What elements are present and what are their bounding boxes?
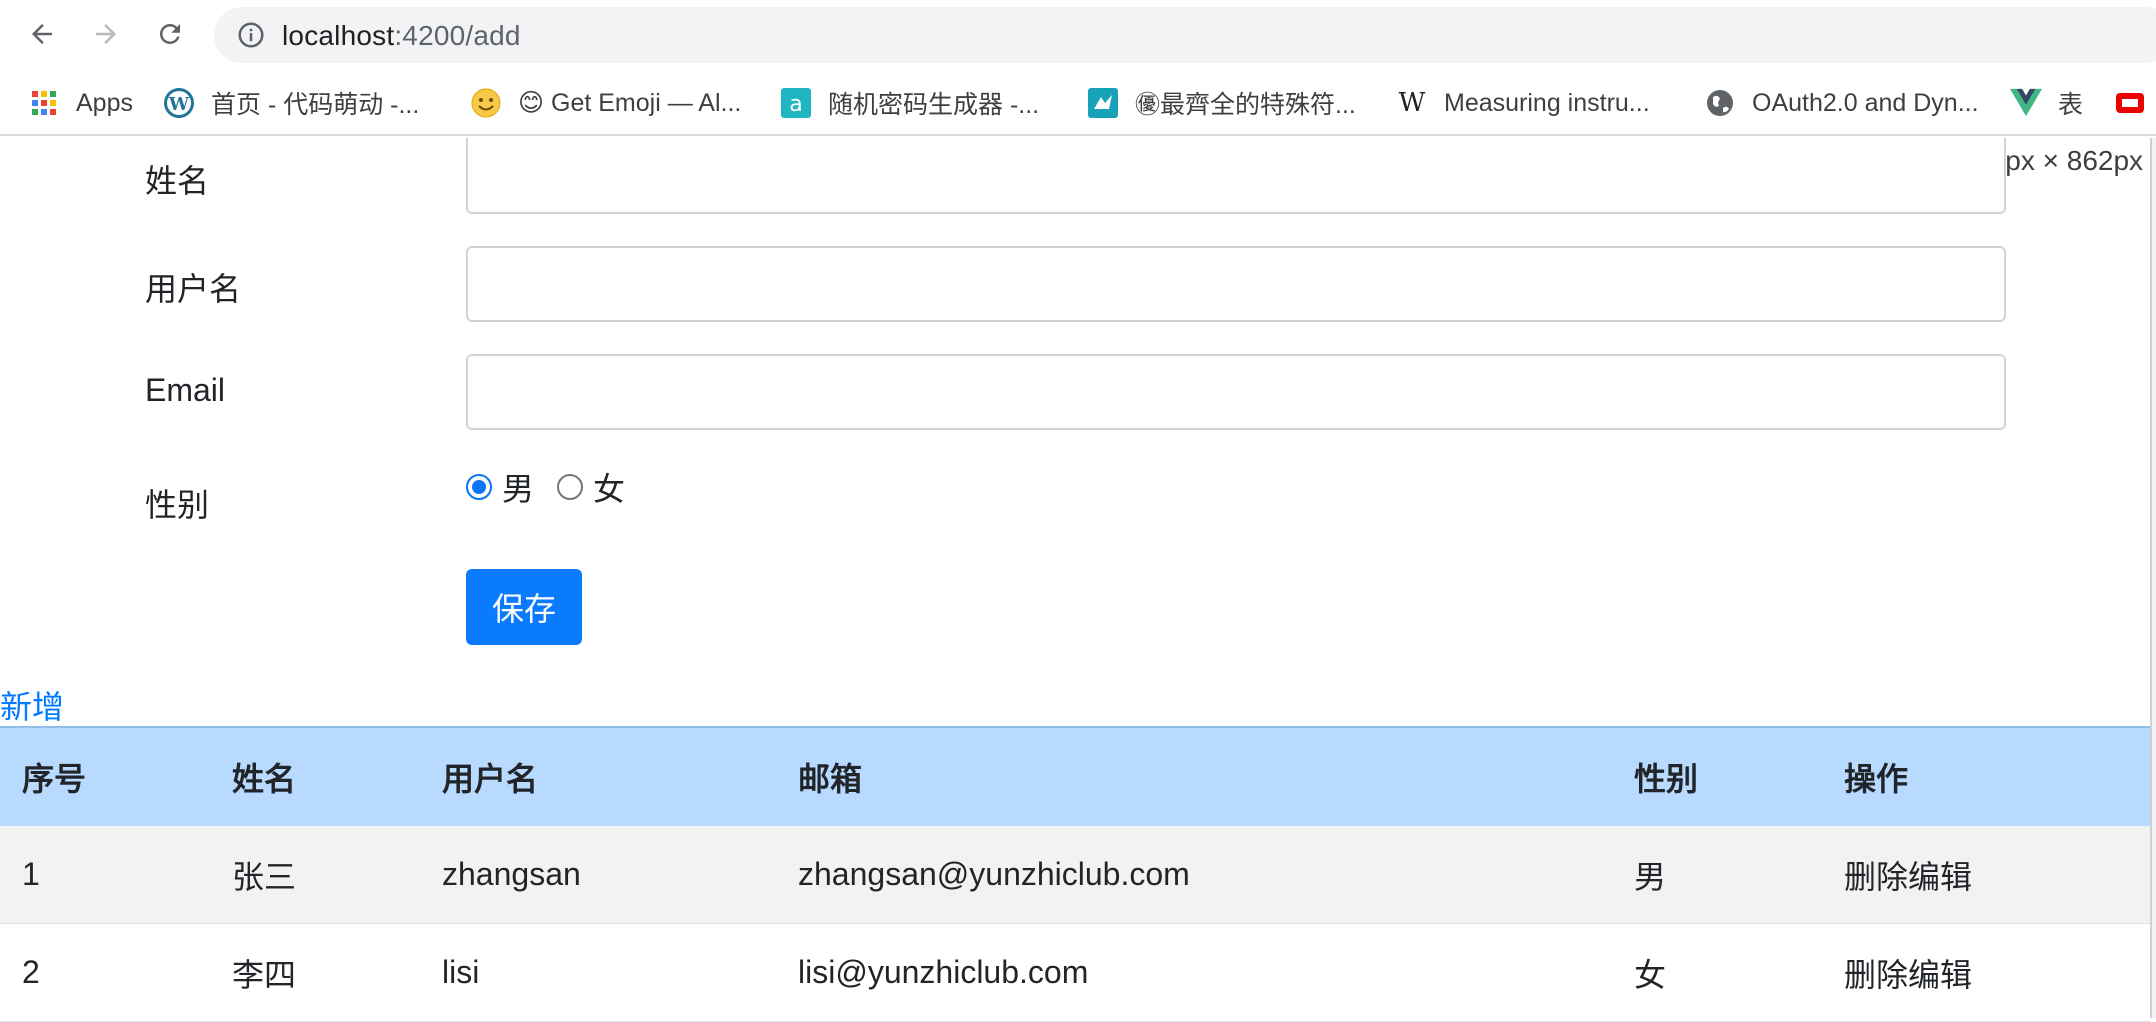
header-actions: 操作: [1844, 761, 1909, 797]
page-scrollbar[interactable]: [2150, 138, 2156, 1018]
add-link[interactable]: 新增: [0, 682, 64, 728]
bookmark-label: 随机密码生成器 -...: [828, 91, 1040, 119]
row-username: zhangsan: [442, 856, 581, 892]
table-header: 序号 姓名 用户名 邮箱 性别 操作: [0, 726, 2150, 826]
bookmark-apps[interactable]: Apps: [28, 86, 133, 120]
address-bar[interactable]: localhost:4200/add: [214, 7, 2156, 63]
vue-icon: [2010, 87, 2042, 119]
gender-female-radio[interactable]: [557, 474, 583, 500]
bookmark-oauth[interactable]: OAuth2.0 and Dyn...: [1704, 86, 1979, 120]
bookmark-symbols[interactable]: ㊝最齊全的特殊符...: [1087, 86, 1356, 120]
browser-toolbar: localhost:4200/add: [0, 0, 2156, 70]
bookmark-label: OAuth2.0 and Dyn...: [1752, 88, 1979, 117]
password-gen-icon: a: [780, 87, 812, 119]
username-label: 用户名: [145, 271, 242, 307]
svg-text:a: a: [789, 92, 802, 117]
delete-button[interactable]: 删除: [1844, 852, 1908, 898]
url-path: :4200/add: [394, 20, 521, 51]
header-name: 姓名: [232, 761, 297, 797]
gender-male-radio[interactable]: [466, 474, 492, 500]
wordpress-icon: W: [163, 87, 195, 119]
svg-text:W: W: [168, 94, 190, 115]
bookmark-password[interactable]: a 随机密码生成器 -...: [780, 86, 1039, 120]
row-name: 张三: [232, 858, 297, 895]
bookmarks-bar: Apps W 首页 - 代码萌动 -... 😊 Get Emoji — Al..…: [0, 70, 2156, 136]
bird-icon: [1087, 87, 1119, 119]
bookmark-label: 首页 - 代码萌动 -...: [211, 91, 420, 119]
apps-grid-icon: [28, 87, 60, 119]
bookmark-getemoji[interactable]: 😊 Get Emoji — Al...: [470, 86, 741, 120]
gender-female-option[interactable]: 女: [557, 467, 625, 507]
delete-button[interactable]: 删除: [1844, 950, 1908, 996]
header-gender: 性别: [1634, 761, 1699, 797]
name-label: 姓名: [145, 163, 210, 199]
bookmark-label: Measuring instru...: [1444, 88, 1650, 117]
bookmark-measuring[interactable]: W Measuring instru...: [1396, 86, 1650, 120]
row-index: 2: [22, 954, 40, 990]
bookmark-overflow[interactable]: [2114, 86, 2156, 120]
table-row: 1 张三 zhangsan zhangsan@yunzhiclub.com 男 …: [0, 826, 2150, 924]
reload-icon: [159, 23, 180, 44]
username-input[interactable]: [466, 246, 2006, 322]
row-index: 1: [22, 856, 40, 892]
header-email: 邮箱: [798, 761, 863, 797]
gender-label: 性别: [145, 487, 210, 523]
bookmark-label: 😊 Get Emoji — Al...: [518, 89, 742, 117]
table-row: 2 李四 lisi lisi@yunzhiclub.com 女 删除 编辑: [0, 924, 2150, 1022]
email-label: Email: [145, 372, 226, 408]
forward-button[interactable]: [84, 12, 128, 56]
bookmark-label: 表: [2058, 91, 2084, 119]
row-actions: 删除 编辑: [1844, 826, 1972, 923]
bookmark-label: ㊝最齊全的特殊符...: [1135, 91, 1356, 119]
gender-male-option[interactable]: 男: [466, 467, 534, 507]
reload-button[interactable]: [148, 12, 192, 56]
row-name: 李四: [232, 956, 297, 993]
info-icon[interactable]: [236, 20, 266, 50]
email-input[interactable]: [466, 354, 2006, 430]
bookmark-daima[interactable]: W 首页 - 代码萌动 -...: [163, 86, 419, 120]
row-gender: 男: [1634, 858, 1667, 895]
edit-button[interactable]: 编辑: [1908, 852, 1972, 898]
gender-female-label: 女: [593, 471, 626, 507]
bookmark-label: Apps: [76, 88, 133, 117]
row-email: lisi@yunzhiclub.com: [798, 954, 1089, 990]
header-index: 序号: [22, 761, 87, 797]
url-host: localhost: [282, 20, 395, 51]
wikipedia-icon: W: [1398, 88, 1426, 118]
row-username: lisi: [442, 954, 480, 990]
back-button[interactable]: [20, 12, 64, 56]
bookmark-vue[interactable]: 表: [2010, 86, 2083, 120]
redhat-icon: [2114, 87, 2146, 119]
forward-arrow-icon: [96, 24, 116, 44]
header-username: 用户名: [442, 761, 539, 797]
row-email: zhangsan@yunzhiclub.com: [798, 856, 1190, 892]
row-gender: 女: [1634, 956, 1667, 993]
globe-icon: [1704, 87, 1736, 119]
row-actions: 删除 编辑: [1844, 924, 1972, 1021]
back-arrow-icon: [32, 24, 52, 44]
smiley-icon: [470, 87, 502, 119]
url-text: localhost:4200/add: [282, 21, 521, 51]
save-button[interactable]: 保存: [466, 569, 582, 645]
name-input[interactable]: [466, 138, 2006, 214]
gender-male-label: 男: [502, 471, 535, 507]
edit-button[interactable]: 编辑: [1908, 950, 1972, 996]
